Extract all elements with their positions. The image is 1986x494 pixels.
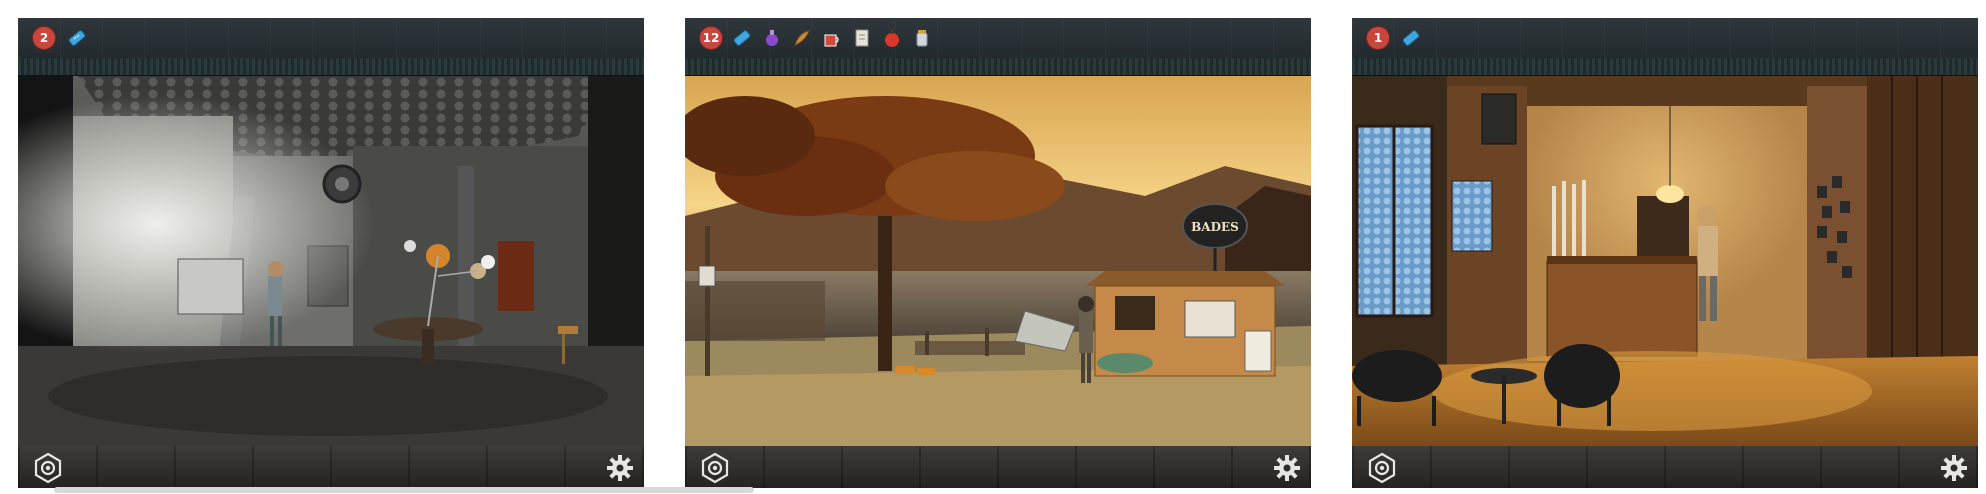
- game-screenshot-3: 1: [1352, 18, 1978, 488]
- game-screenshot-1: 2: [18, 18, 644, 488]
- inventory-bar: 1: [1352, 18, 1978, 58]
- action-bar: [1352, 446, 1978, 488]
- apple-icon[interactable]: [881, 27, 903, 49]
- inventory-count-badge[interactable]: 1: [1366, 26, 1390, 50]
- inventory-count-badge[interactable]: 12: [699, 26, 723, 50]
- lakeside-scene[interactable]: BADES: [685, 76, 1311, 446]
- potion-icon[interactable]: [761, 27, 783, 49]
- jar-icon[interactable]: [911, 27, 933, 49]
- cup-icon[interactable]: [821, 27, 843, 49]
- gear-icon[interactable]: [1940, 454, 1968, 482]
- game-screenshot-2: 12 BADES: [685, 18, 1311, 488]
- decorative-strip: [685, 58, 1311, 76]
- inventory-count-badge[interactable]: 2: [32, 26, 56, 50]
- ruler-icon[interactable]: [731, 27, 753, 49]
- eye-icon[interactable]: [1366, 452, 1398, 484]
- gear-icon[interactable]: [1273, 454, 1301, 482]
- inventory-bar: 2: [18, 18, 644, 58]
- horizontal-scrollbar[interactable]: [54, 487, 754, 493]
- gear-icon[interactable]: [606, 454, 634, 482]
- hotel-lobby-scene[interactable]: [1352, 76, 1978, 446]
- svg-text:BADES: BADES: [1191, 220, 1239, 234]
- paper-icon[interactable]: [851, 27, 873, 49]
- ruler-icon[interactable]: [66, 27, 88, 49]
- eye-icon[interactable]: [699, 452, 731, 484]
- observatory-scene[interactable]: [18, 76, 644, 446]
- feather-icon[interactable]: [791, 27, 813, 49]
- ruler-icon[interactable]: [1400, 27, 1422, 49]
- inventory-bar: 12: [685, 18, 1311, 58]
- eye-icon[interactable]: [32, 452, 64, 484]
- decorative-strip: [1352, 58, 1978, 76]
- action-bar: [18, 446, 644, 488]
- action-bar: [685, 446, 1311, 488]
- decorative-strip: [18, 58, 644, 76]
